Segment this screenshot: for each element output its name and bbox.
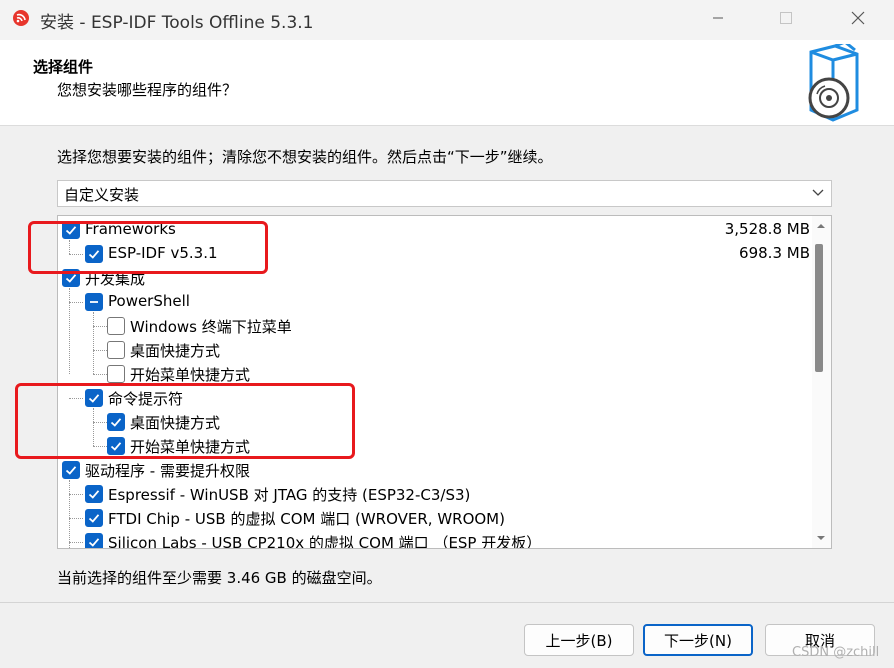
component-row[interactable]: Windows 终端下拉菜单 — [58, 314, 810, 338]
title-bar: 安装 - ESP-IDF Tools Offline 5.3.1 — [0, 0, 894, 40]
minimize-icon — [713, 17, 723, 19]
component-checkbox[interactable] — [107, 365, 125, 383]
page-subtitle: 您想安装哪些程序的组件？ — [57, 81, 238, 99]
scroll-down-icon[interactable] — [814, 532, 828, 544]
next-button[interactable]: 下一步(N) — [643, 624, 753, 656]
espressif-logo-icon — [13, 10, 29, 26]
component-label: 开始菜单快捷方式 — [130, 366, 251, 384]
back-button[interactable]: 上一步(B) — [524, 624, 634, 656]
close-icon — [851, 11, 865, 25]
footer-separator — [0, 602, 894, 603]
component-row[interactable]: Espressif - WinUSB 对 JTAG 的支持 (ESP32-C3/… — [58, 482, 810, 506]
component-row[interactable]: FTDI Chip - USB 的虚拟 COM 端口 (WROVER, WROO… — [58, 506, 810, 530]
instruction-text: 选择您想要安装的组件；清除您不想安装的组件。然后点击“下一步”继续。 — [57, 148, 553, 166]
component-checkbox[interactable] — [85, 485, 103, 503]
scroll-up-icon[interactable] — [814, 220, 828, 232]
minimize-button[interactable] — [690, 0, 746, 36]
disk-space-text: 当前选择的组件至少需要 3.46 GB 的磁盘空间。 — [57, 569, 382, 587]
maximize-button[interactable] — [758, 0, 814, 36]
component-label: 桌面快捷方式 — [130, 342, 221, 360]
chevron-down-icon — [812, 189, 824, 196]
component-checkbox[interactable] — [85, 293, 103, 311]
component-checkbox[interactable] — [85, 509, 103, 527]
install-type-value: 自定义安装 — [64, 186, 140, 204]
component-label: PowerShell — [108, 292, 190, 310]
window-title: 安装 - ESP-IDF Tools Offline 5.3.1 — [40, 13, 314, 33]
component-label: Espressif - WinUSB 对 JTAG 的支持 (ESP32-C3/… — [108, 486, 471, 504]
checkmark-icon — [88, 514, 100, 523]
component-label: Windows 终端下拉菜单 — [130, 318, 292, 336]
component-label: Silicon Labs - USB CP210x 的虚拟 COM 端口 （ES… — [108, 534, 542, 549]
scrollbar-thumb[interactable] — [815, 244, 823, 372]
component-row[interactable]: 驱动程序 - 需要提升权限 — [58, 458, 810, 482]
checkmark-icon — [88, 538, 100, 547]
watermark: CSDN @zchill — [792, 645, 880, 660]
close-button[interactable] — [830, 0, 886, 36]
component-label: 驱动程序 - 需要提升权限 — [85, 462, 250, 480]
component-label: FTDI Chip - USB 的虚拟 COM 端口 (WROVER, WROO… — [108, 510, 505, 528]
wizard-header: 选择组件 您想安装哪些程序的组件？ — [0, 40, 894, 126]
component-row[interactable]: 桌面快捷方式 — [58, 338, 810, 362]
maximize-icon — [780, 12, 792, 24]
component-checkbox[interactable] — [107, 317, 125, 335]
highlight-box-frameworks — [28, 221, 268, 274]
highlight-box-cmd — [15, 383, 355, 459]
component-size: 3,528.8 MB — [724, 220, 810, 238]
box-disc-icon — [808, 44, 859, 122]
checkmark-icon — [88, 490, 100, 499]
checkmark-icon — [65, 466, 77, 475]
component-checkbox[interactable] — [62, 461, 80, 479]
component-checkbox[interactable] — [85, 533, 103, 548]
component-row[interactable]: PowerShell — [58, 290, 810, 314]
component-checkbox[interactable] — [107, 341, 125, 359]
page-title: 选择组件 — [33, 58, 94, 76]
partial-dash-icon — [90, 301, 98, 303]
component-row[interactable]: Silicon Labs - USB CP210x 的虚拟 COM 端口 （ES… — [58, 530, 810, 549]
install-type-select[interactable]: 自定义安装 — [57, 180, 832, 207]
component-size: 698.3 MB — [739, 244, 810, 262]
